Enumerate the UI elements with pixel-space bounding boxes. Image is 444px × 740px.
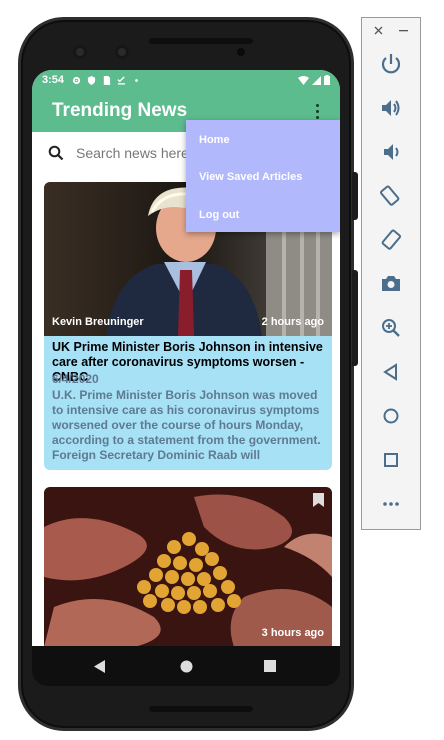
recents-nav-icon[interactable] bbox=[264, 660, 276, 672]
zoom-icon[interactable] bbox=[379, 316, 403, 340]
power-side-button[interactable] bbox=[352, 172, 358, 220]
menu-item-log-out[interactable]: Log out bbox=[199, 209, 239, 221]
bookmark-icon[interactable] bbox=[313, 493, 324, 507]
minimize-icon[interactable] bbox=[399, 30, 408, 32]
app-title: Trending News bbox=[52, 100, 188, 121]
front-sensor-icon bbox=[115, 45, 129, 59]
article-card[interactable]: 3 hours ago bbox=[44, 487, 332, 646]
back-icon[interactable] bbox=[379, 360, 403, 384]
status-time: 3:54 bbox=[42, 74, 65, 86]
device-screen: 3:54 Trending News Search news here Kevi… bbox=[32, 70, 340, 646]
front-camera-icon bbox=[73, 45, 87, 59]
overview-icon[interactable] bbox=[379, 448, 403, 472]
task-check-icon bbox=[117, 75, 126, 85]
notification-dot-icon bbox=[135, 78, 138, 82]
status-right-icons bbox=[298, 75, 330, 85]
emulator-toolbar bbox=[361, 17, 421, 530]
overflow-menu-icon[interactable] bbox=[314, 104, 320, 120]
volume-up-icon[interactable] bbox=[379, 96, 403, 120]
toolbar-header bbox=[362, 18, 420, 44]
power-icon[interactable] bbox=[379, 52, 403, 76]
search-icon[interactable] bbox=[48, 145, 64, 161]
settings-gear-icon bbox=[72, 76, 81, 84]
article-age: 2 hours ago bbox=[261, 316, 324, 328]
article-age: 3 hours ago bbox=[261, 627, 324, 639]
overflow-menu: Home View Saved Articles Log out bbox=[186, 120, 340, 232]
article-photo-virus bbox=[44, 487, 332, 646]
earpiece-speaker bbox=[149, 38, 253, 44]
home-nav-icon[interactable] bbox=[180, 660, 193, 673]
article-date: 6/4/2020 bbox=[52, 372, 99, 386]
menu-item-view-saved-articles[interactable]: View Saved Articles bbox=[199, 171, 302, 183]
sim-card-icon bbox=[103, 75, 111, 85]
battery-icon bbox=[324, 75, 330, 85]
cell-signal-icon bbox=[312, 75, 321, 85]
volume-side-button[interactable] bbox=[352, 270, 358, 366]
wifi-icon bbox=[298, 75, 309, 85]
home-icon[interactable] bbox=[379, 404, 403, 428]
rotate-right-icon[interactable] bbox=[379, 228, 403, 252]
close-icon[interactable] bbox=[374, 26, 383, 35]
article-description: U.K. Prime Minister Boris Johnson was mo… bbox=[52, 388, 321, 462]
article-author: Kevin Breuninger bbox=[52, 316, 144, 328]
more-options-icon[interactable] bbox=[379, 492, 403, 516]
back-nav-icon[interactable] bbox=[94, 660, 106, 673]
emulator-stage: 3:54 Trending News Search news here Kevi… bbox=[0, 0, 444, 740]
rotate-left-icon[interactable] bbox=[379, 184, 403, 208]
system-nav-bar bbox=[32, 646, 340, 686]
camera-icon[interactable] bbox=[379, 272, 403, 296]
shield-icon bbox=[87, 75, 96, 85]
bottom-speaker bbox=[149, 706, 253, 712]
volume-down-icon[interactable] bbox=[379, 140, 403, 164]
menu-item-home[interactable]: Home bbox=[199, 134, 230, 146]
status-bar: 3:54 bbox=[32, 70, 340, 90]
article-image[interactable]: 3 hours ago bbox=[44, 487, 332, 646]
proximity-sensor-icon bbox=[237, 48, 245, 56]
